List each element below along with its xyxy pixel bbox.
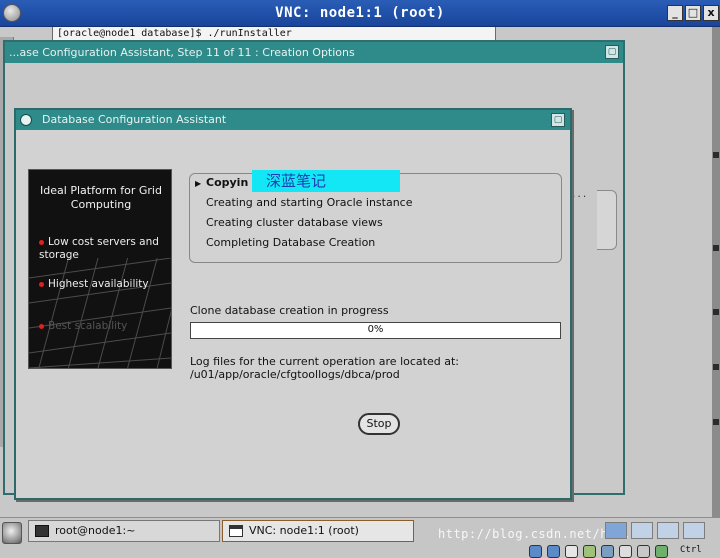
step-cluster-views: Creating cluster database views bbox=[206, 216, 383, 229]
vnc-window-title: VNC: node1:1 (root) bbox=[275, 5, 445, 21]
status-icon[interactable] bbox=[655, 545, 668, 558]
bullet-dot-icon bbox=[39, 239, 44, 245]
workspace-4[interactable] bbox=[683, 522, 705, 539]
vnc-titlebar: VNC: node1:1 (root) _ □ x bbox=[0, 0, 720, 27]
terminal-icon bbox=[35, 525, 49, 537]
update-icon[interactable] bbox=[547, 545, 560, 558]
workspace-1[interactable] bbox=[605, 522, 627, 539]
taskbar-item-terminal[interactable]: root@node1:~ bbox=[28, 520, 220, 542]
branding-bullet: Best scalability bbox=[39, 320, 127, 333]
step-copying-files: Copyin bbox=[206, 176, 249, 189]
network-icon[interactable] bbox=[529, 545, 542, 558]
taskbar-item-label: VNC: node1:1 (root) bbox=[249, 524, 359, 537]
branding-title: Ideal Platform for Grid Computing bbox=[40, 184, 162, 211]
workspace-3[interactable] bbox=[657, 522, 679, 539]
scroll-marker bbox=[713, 419, 719, 425]
workspace-2[interactable] bbox=[631, 522, 653, 539]
progress-dialog-title: Database Configuration Assistant bbox=[16, 110, 570, 130]
scroll-marker bbox=[713, 152, 719, 158]
step-create-instance: Creating and starting Oracle instance bbox=[206, 196, 413, 209]
dialog-window-menu-icon[interactable]: ▢ bbox=[551, 113, 565, 127]
progress-percent-label: 0% bbox=[367, 324, 384, 335]
bullet-dot-icon bbox=[39, 323, 44, 329]
terminal-command-line: [oracle@node1 database]$ ./runInstaller bbox=[57, 28, 292, 39]
creation-progress-bar: 0% bbox=[190, 322, 561, 339]
side-button-panel[interactable] bbox=[597, 190, 617, 250]
taskbar-item-vnc[interactable]: VNC: node1:1 (root) bbox=[222, 520, 414, 542]
scroll-marker bbox=[713, 245, 719, 251]
tool-icon[interactable] bbox=[583, 545, 596, 558]
window-menu-icon[interactable]: ▢ bbox=[605, 45, 619, 59]
window-icon bbox=[229, 525, 243, 537]
ctrl-indicator: Ctrl bbox=[680, 545, 702, 555]
grid-graphic bbox=[29, 258, 171, 368]
close-button[interactable]: x bbox=[703, 5, 719, 21]
display-icon[interactable] bbox=[601, 545, 614, 558]
side-button-label: ... bbox=[571, 190, 588, 200]
blank-tray-icon[interactable] bbox=[637, 545, 650, 558]
oracle-branding-image: Ideal Platform for Grid Computing Low co… bbox=[28, 169, 172, 369]
step-complete-creation: Completing Database Creation bbox=[206, 236, 376, 249]
scroll-marker bbox=[713, 309, 719, 315]
stop-button[interactable]: Stop bbox=[358, 413, 400, 435]
remote-desktop: [oracle@node1 database]$ ./runInstaller … bbox=[0, 27, 720, 517]
edit-icon[interactable] bbox=[565, 545, 578, 558]
dbca-step-window[interactable]: ...ase Configuration Assistant, Step 11 … bbox=[3, 40, 625, 500]
current-step-arrow-icon: ▶ bbox=[195, 179, 202, 188]
log-location-path: /u01/app/oracle/cfgtoollogs/dbca/prod bbox=[190, 368, 400, 381]
branding-bullet: Low cost servers and storage bbox=[39, 236, 159, 261]
taskbar-item-label: root@node1:~ bbox=[55, 524, 136, 537]
minimize-button[interactable]: _ bbox=[667, 5, 683, 21]
dbca-step-title: ...ase Configuration Assistant, Step 11 … bbox=[5, 42, 623, 63]
window-list-icon[interactable] bbox=[619, 545, 632, 558]
desktop-right-scrollbar[interactable] bbox=[712, 27, 720, 517]
watermark-label: 深蓝笔记 bbox=[252, 170, 400, 192]
maximize-button[interactable]: □ bbox=[685, 5, 701, 21]
branding-bullet: Highest availability bbox=[39, 278, 149, 291]
start-menu-icon[interactable] bbox=[2, 522, 22, 544]
scroll-marker bbox=[713, 364, 719, 370]
dbca-progress-dialog[interactable]: Database Configuration Assistant ▢ Ideal… bbox=[14, 108, 572, 500]
progress-status-text: Clone database creation in progress bbox=[190, 304, 389, 317]
bullet-dot-icon bbox=[39, 281, 44, 287]
dialog-system-icon[interactable] bbox=[20, 114, 32, 126]
log-location-label: Log files for the current operation are … bbox=[190, 355, 459, 368]
creation-steps-group: ▶ Copyin 深蓝笔记 Creating and starting Orac… bbox=[189, 170, 562, 263]
taskbar: root@node1:~ VNC: node1:1 (root) http://… bbox=[0, 517, 720, 558]
